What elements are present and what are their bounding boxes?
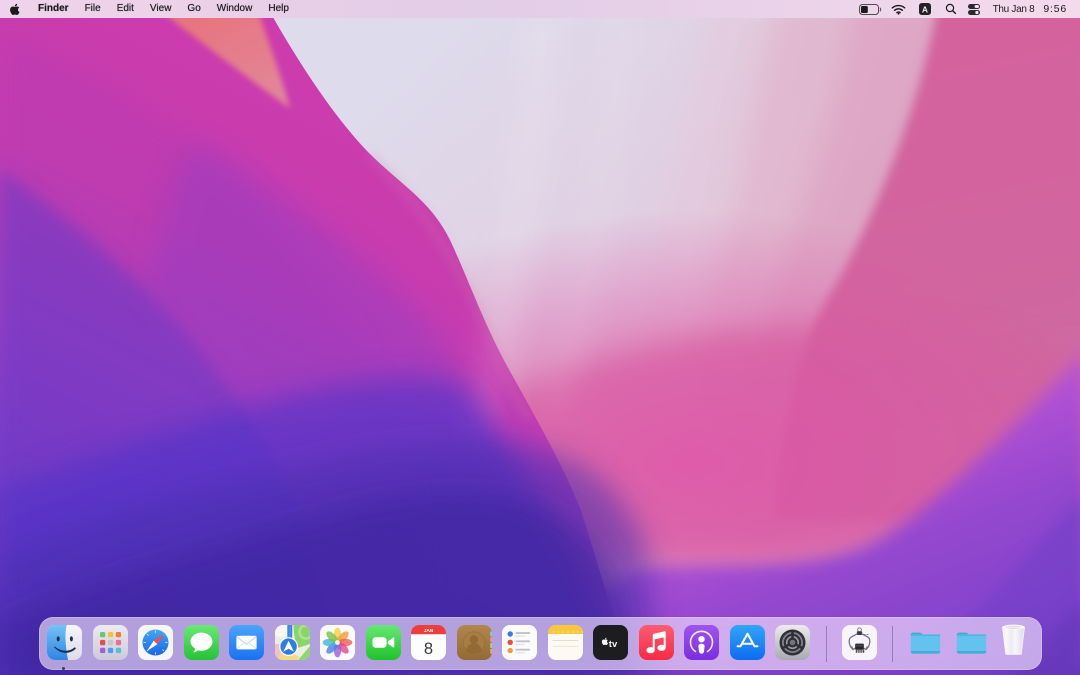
svg-text:tv: tv bbox=[609, 639, 618, 650]
svg-text:8: 8 bbox=[424, 640, 433, 658]
svg-text:JAN: JAN bbox=[424, 628, 434, 634]
svg-text:A: A bbox=[922, 4, 928, 14]
